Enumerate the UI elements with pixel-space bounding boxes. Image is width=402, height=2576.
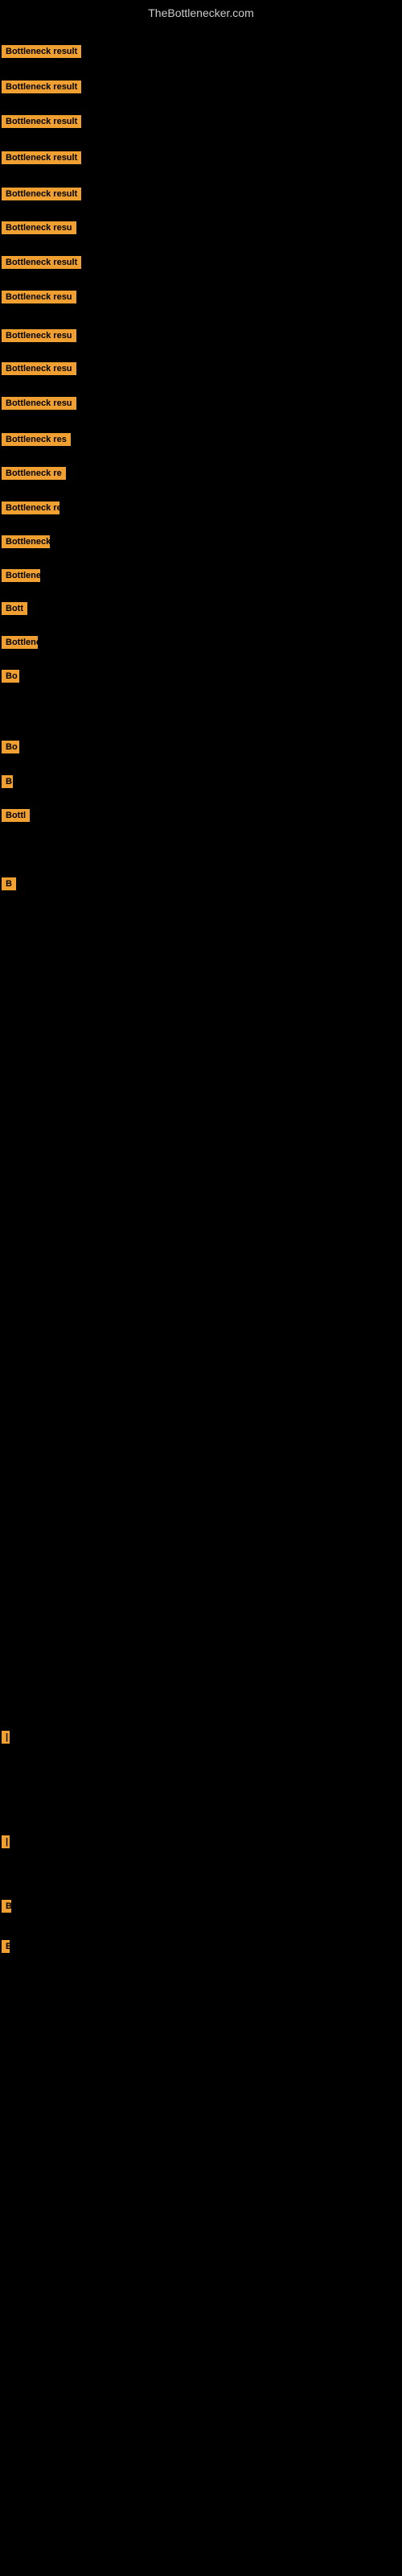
bottleneck-badge: Bottleneck result (2, 45, 81, 58)
bottleneck-badge: Bottleneck result (2, 188, 81, 200)
bottleneck-badge: Bottleneck resu (2, 397, 76, 410)
bottleneck-badge: Bottleneck re (2, 467, 66, 480)
bottleneck-badge: Bottleneck res (2, 433, 71, 446)
bottleneck-badge: B (2, 1940, 10, 1953)
bottleneck-badge: Bo (2, 741, 19, 753)
bottleneck-badge: Bo (2, 670, 19, 683)
bottleneck-badge: Bottleneck result (2, 80, 81, 93)
bottleneck-badge: B (2, 877, 16, 890)
bottleneck-badge: | (2, 1835, 10, 1848)
bottleneck-badge: Bottleneck resu (2, 362, 76, 375)
bottleneck-badge: Bottleneck result (2, 151, 81, 164)
bottleneck-badge: B (2, 1900, 11, 1913)
bottleneck-badge: Bottleneck resu (2, 221, 76, 234)
site-title: TheBottlenecker.com (0, 0, 402, 26)
bottleneck-badge: Bottleneck resu (2, 291, 76, 303)
bottleneck-badge: Bottlenec (2, 569, 40, 582)
bottleneck-badge: Bottl (2, 809, 30, 822)
bottleneck-badge: Bottleneck result (2, 256, 81, 269)
bottleneck-badge: Bottleneck resu (2, 329, 76, 342)
bottleneck-badge: Bottlene (2, 636, 38, 649)
bottleneck-badge: Bottleneck result (2, 115, 81, 128)
bottleneck-badge: | (2, 1731, 10, 1744)
bottleneck-badge: Bott (2, 602, 27, 615)
bottleneck-badge: Bottleneck r (2, 535, 50, 548)
bottleneck-badge: B (2, 775, 13, 788)
bottleneck-badge: Bottleneck re (2, 502, 59, 514)
